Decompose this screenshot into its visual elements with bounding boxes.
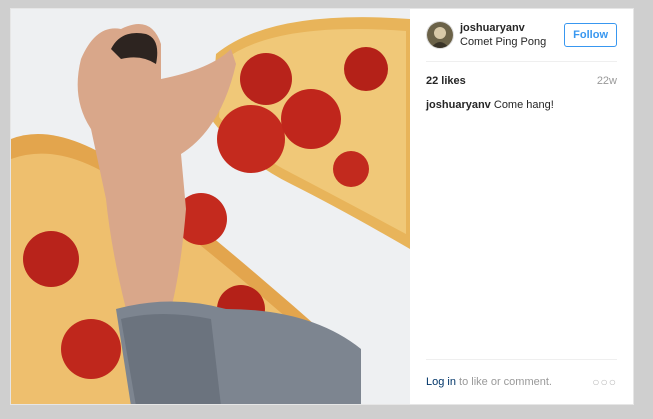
follow-button[interactable]: Follow bbox=[564, 23, 617, 47]
post-caption: joshuaryanv Come hang! bbox=[426, 99, 617, 111]
post-image bbox=[11, 9, 410, 404]
post-time[interactable]: 22w bbox=[597, 75, 617, 87]
username-link[interactable]: joshuaryanv bbox=[460, 21, 564, 35]
more-options-icon[interactable]: ○○○ bbox=[592, 375, 617, 389]
caption-text: Come hang! bbox=[490, 99, 554, 111]
likes-count[interactable]: 22 likes bbox=[426, 75, 466, 87]
location-link[interactable]: Comet Ping Pong bbox=[460, 35, 564, 49]
login-suffix: to like or comment. bbox=[455, 376, 552, 388]
post-stats: 22 likes 22w bbox=[426, 75, 617, 87]
avatar-image bbox=[427, 22, 453, 48]
post-photo[interactable] bbox=[11, 9, 410, 404]
avatar[interactable] bbox=[426, 21, 454, 49]
post-header: joshuaryanv Comet Ping Pong Follow bbox=[426, 9, 617, 62]
post-card: joshuaryanv Comet Ping Pong Follow 22 li… bbox=[10, 8, 634, 405]
login-link[interactable]: Log in bbox=[426, 376, 456, 388]
user-block: joshuaryanv Comet Ping Pong bbox=[460, 21, 564, 49]
login-prompt: Log in to like or comment. bbox=[426, 376, 552, 388]
caption-username[interactable]: joshuaryanv bbox=[426, 99, 491, 111]
post-side-panel: joshuaryanv Comet Ping Pong Follow 22 li… bbox=[410, 9, 633, 404]
post-footer: Log in to like or comment. ○○○ bbox=[426, 359, 617, 404]
